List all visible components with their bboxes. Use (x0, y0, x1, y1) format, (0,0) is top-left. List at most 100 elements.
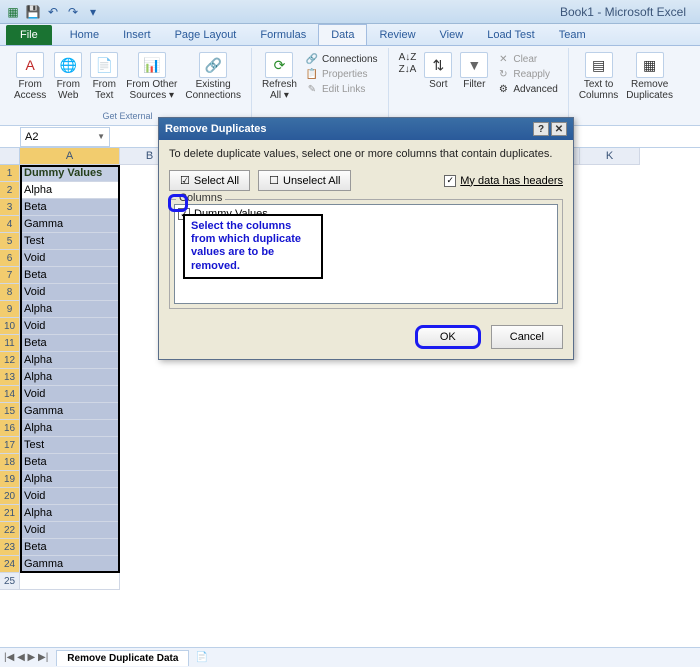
tab-view[interactable]: View (428, 25, 476, 45)
sort-za-button[interactable]: Z↓A (399, 64, 417, 75)
row-header[interactable]: 20 (0, 488, 20, 505)
row-header[interactable]: 10 (0, 318, 20, 335)
row-header[interactable]: 4 (0, 216, 20, 233)
column-item[interactable]: ✓Dummy Values (177, 207, 555, 221)
cell[interactable]: Alpha (20, 369, 120, 386)
cell[interactable]: Alpha (20, 420, 120, 437)
cell[interactable]: Beta (20, 199, 120, 216)
ribbon-group-tools: ▤Text to Columns ▦Remove Duplicates (569, 48, 683, 123)
row-header[interactable]: 7 (0, 267, 20, 284)
row-header[interactable]: 23 (0, 539, 20, 556)
file-tab[interactable]: File (6, 25, 52, 45)
existing-conn-button[interactable]: 🔗Existing Connections (181, 50, 245, 103)
cell[interactable]: Alpha (20, 301, 120, 318)
cell[interactable]: Alpha (20, 352, 120, 369)
from-access-button[interactable]: AFrom Access (10, 50, 50, 103)
close-icon[interactable]: ✕ (551, 122, 567, 136)
connections-button[interactable]: 🔗Connections (305, 52, 378, 66)
row-header[interactable]: 21 (0, 505, 20, 522)
cell-a1[interactable]: Dummy Values (20, 165, 120, 182)
from-other-button[interactable]: 📊From Other Sources ▾ (122, 50, 181, 103)
advanced-icon: ⚙ (496, 82, 510, 96)
cell[interactable]: Alpha (20, 505, 120, 522)
new-sheet-icon[interactable]: 📄 (195, 652, 207, 663)
refresh-all-button[interactable]: ⟳Refresh All ▾ (258, 50, 301, 103)
sheet-tab[interactable]: Remove Duplicate Data (56, 650, 189, 666)
cell[interactable]: Beta (20, 335, 120, 352)
save-icon[interactable]: 💾 (24, 3, 42, 21)
cell[interactable]: Test (20, 437, 120, 454)
row-header[interactable]: 6 (0, 250, 20, 267)
row-header[interactable]: 22 (0, 522, 20, 539)
cell[interactable]: Void (20, 522, 120, 539)
ok-button[interactable]: OK (415, 325, 481, 349)
sheet-nav[interactable]: |◀ ◀ ▶ ▶| (0, 652, 52, 663)
cell[interactable]: Beta (20, 454, 120, 471)
headers-checkbox[interactable]: ✓My data has headers (444, 175, 563, 187)
row-header[interactable]: 5 (0, 233, 20, 250)
tab-insert[interactable]: Insert (111, 25, 163, 45)
row-header[interactable]: 18 (0, 454, 20, 471)
tab-data[interactable]: Data (318, 24, 367, 45)
cell[interactable]: Beta (20, 267, 120, 284)
row-header[interactable]: 8 (0, 284, 20, 301)
cell[interactable]: Void (20, 318, 120, 335)
remove-duplicates-button[interactable]: ▦Remove Duplicates (622, 50, 677, 103)
select-all-corner[interactable] (0, 148, 20, 165)
cell-empty[interactable] (20, 573, 120, 590)
cell[interactable]: Alpha (20, 471, 120, 488)
row-header[interactable]: 14 (0, 386, 20, 403)
help-icon[interactable]: ? (533, 122, 549, 136)
column-checkbox[interactable]: ✓ (178, 208, 190, 220)
row-header[interactable]: 25 (0, 573, 20, 590)
sort-button[interactable]: ⇅Sort (420, 50, 456, 98)
row-header[interactable]: 13 (0, 369, 20, 386)
row-header[interactable]: 12 (0, 352, 20, 369)
row-header[interactable]: 24 (0, 556, 20, 573)
cell[interactable]: Void (20, 488, 120, 505)
cell[interactable]: Beta (20, 539, 120, 556)
col-header-k[interactable]: K (580, 148, 640, 165)
redo-icon[interactable]: ↷ (64, 3, 82, 21)
cell[interactable]: Gamma (20, 556, 120, 573)
filter-button[interactable]: ▼Filter (456, 50, 492, 98)
tab-team[interactable]: Team (547, 25, 598, 45)
clear-icon: ✕ (496, 52, 510, 66)
row-header[interactable]: 11 (0, 335, 20, 352)
text-to-columns-button[interactable]: ▤Text to Columns (575, 50, 622, 103)
from-text-button[interactable]: 📄From Text (86, 50, 122, 103)
tab-page-layout[interactable]: Page Layout (163, 25, 249, 45)
row-header[interactable]: 1 (0, 165, 20, 182)
row-header[interactable]: 19 (0, 471, 20, 488)
cell[interactable]: Void (20, 250, 120, 267)
qat-more-icon[interactable]: ▾ (84, 3, 102, 21)
cell[interactable]: Void (20, 284, 120, 301)
select-all-button[interactable]: ☑Select All (169, 170, 250, 191)
columns-list[interactable]: ✓Dummy Values (174, 204, 558, 304)
cell[interactable]: Gamma (20, 216, 120, 233)
col-header-a[interactable]: A (20, 148, 120, 165)
cancel-button[interactable]: Cancel (491, 325, 563, 349)
cell[interactable]: Void (20, 386, 120, 403)
tab-home[interactable]: Home (58, 25, 111, 45)
cell[interactable]: Test (20, 233, 120, 250)
row-header[interactable]: 3 (0, 199, 20, 216)
row-header[interactable]: 15 (0, 403, 20, 420)
row-header[interactable]: 16 (0, 420, 20, 437)
row-header[interactable]: 2 (0, 182, 20, 199)
from-web-button[interactable]: 🌐From Web (50, 50, 86, 103)
row-header[interactable]: 17 (0, 437, 20, 454)
unselect-all-button[interactable]: ☐Unselect All (258, 170, 351, 191)
row-header[interactable]: 9 (0, 301, 20, 318)
chevron-down-icon[interactable]: ▼ (97, 132, 105, 141)
cell[interactable]: Gamma (20, 403, 120, 420)
advanced-button[interactable]: ⚙Advanced (496, 82, 557, 96)
dialog-titlebar[interactable]: Remove Duplicates ? ✕ (159, 118, 573, 140)
cell-a2[interactable]: Alpha (20, 182, 120, 199)
sort-az-button[interactable]: A↓Z (399, 52, 417, 63)
undo-icon[interactable]: ↶ (44, 3, 62, 21)
name-box[interactable]: A2▼ (20, 127, 110, 147)
tab-load-test[interactable]: Load Test (475, 25, 547, 45)
tab-review[interactable]: Review (367, 25, 427, 45)
tab-formulas[interactable]: Formulas (248, 25, 318, 45)
